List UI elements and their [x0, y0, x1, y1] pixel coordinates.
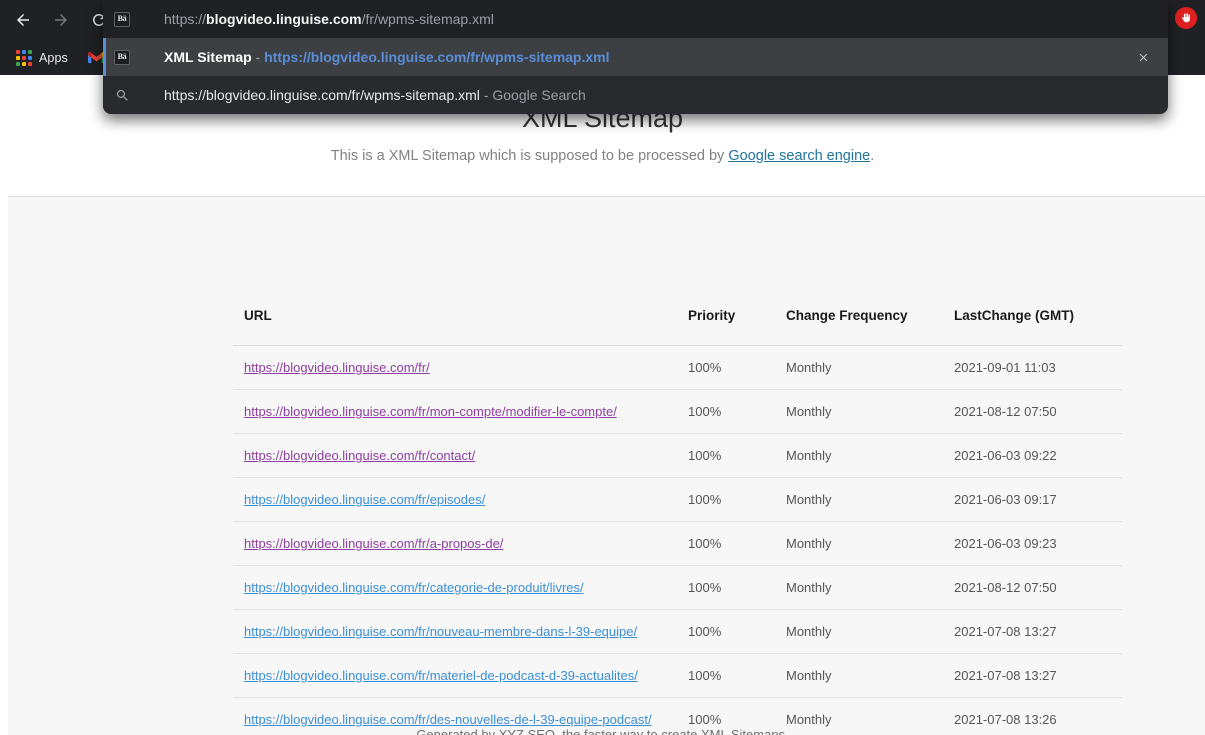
cell-frequency: Monthly [786, 521, 954, 566]
table-row: https://blogvideo.linguise.com/fr/mon-co… [233, 389, 1122, 434]
cell-lastchange: 2021-06-03 09:22 [954, 433, 1122, 478]
close-icon[interactable] [1132, 46, 1154, 68]
sitemap-url-link[interactable]: https://blogvideo.linguise.com/fr/contac… [244, 448, 475, 463]
cell-lastchange: 2021-08-12 07:50 [954, 565, 1122, 610]
site-favicon-icon: Bä [114, 11, 130, 27]
forward-arrow-icon [55, 14, 67, 26]
hand-icon [1181, 12, 1190, 22]
cell-frequency: Monthly [786, 609, 954, 654]
selection-accent-bar [103, 38, 106, 76]
forward-button [46, 5, 76, 35]
cell-priority: 100% [688, 565, 786, 610]
subtitle-text-before: This is a XML Sitemap which is supposed … [330, 148, 729, 164]
cell-url: https://blogvideo.linguise.com/fr/a-prop… [233, 521, 688, 566]
cell-priority: 100% [688, 345, 786, 390]
suggestion-search-text: https://blogvideo.linguise.com/fr/wpms-s… [164, 87, 586, 103]
sitemap-url-link[interactable]: https://blogvideo.linguise.com/fr/a-prop… [244, 536, 503, 551]
cell-priority: 100% [688, 521, 786, 566]
cell-frequency: Monthly [786, 345, 954, 390]
sitemap-url-link[interactable]: https://blogvideo.linguise.com/fr/nouvea… [244, 624, 637, 639]
suggestion-text: XML Sitemap - https://blogvideo.linguise… [164, 49, 610, 65]
cell-lastchange: 2021-07-08 13:27 [954, 653, 1122, 698]
cell-url: https://blogvideo.linguise.com/fr/mon-co… [233, 389, 688, 434]
omnibox-suggestion-search[interactable]: https://blogvideo.linguise.com/fr/wpms-s… [103, 76, 1168, 114]
sitemap-url-link[interactable]: https://blogvideo.linguise.com/fr/catego… [244, 580, 584, 595]
address-bar-url: https://blogvideo.linguise.com/fr/wpms-s… [164, 11, 494, 27]
address-bar[interactable]: Bä https://blogvideo.linguise.com/fr/wpm… [103, 0, 1168, 38]
omnibox-dropdown: Bä https://blogvideo.linguise.com/fr/wpm… [103, 0, 1168, 114]
cell-url: https://blogvideo.linguise.com/fr/ [233, 345, 688, 390]
cell-url: https://blogvideo.linguise.com/fr/contac… [233, 433, 688, 478]
page-subtitle: This is a XML Sitemap which is supposed … [0, 148, 1205, 164]
cell-url: https://blogvideo.linguise.com/fr/nouvea… [233, 609, 688, 654]
apps-shortcut[interactable]: Apps [10, 45, 74, 71]
cell-lastchange: 2021-06-03 09:23 [954, 521, 1122, 566]
sitemap-url-link[interactable]: https://blogvideo.linguise.com/fr/mon-co… [244, 404, 617, 419]
cell-lastchange: 2021-08-12 07:50 [954, 389, 1122, 434]
column-header-priority: Priority [688, 308, 786, 346]
cell-lastchange: 2021-09-01 11:03 [954, 345, 1122, 390]
apps-grid-icon [16, 49, 32, 66]
cell-url: https://blogvideo.linguise.com/fr/episod… [233, 477, 688, 522]
sitemap-panel: URL Priority Change Frequency LastChange… [8, 196, 1205, 735]
suggestion-url: https://blogvideo.linguise.com/fr/wpms-s… [264, 49, 610, 65]
back-button[interactable] [8, 5, 38, 35]
suggestion-separator: - [251, 49, 265, 65]
table-row: https://blogvideo.linguise.com/fr/contac… [233, 433, 1122, 478]
cell-lastchange: 2021-06-03 09:17 [954, 477, 1122, 522]
cell-frequency: Monthly [786, 389, 954, 434]
cell-priority: 100% [688, 609, 786, 654]
suggestion-favicon-icon: Bä [114, 49, 130, 65]
suggestion-favicon-glyph: Bä [117, 52, 127, 61]
column-header-lastchange: LastChange (GMT) [954, 308, 1122, 346]
search-query: https://blogvideo.linguise.com/fr/wpms-s… [164, 87, 480, 103]
cell-priority: 100% [688, 477, 786, 522]
url-scheme: https:// [164, 11, 207, 27]
back-arrow-icon [17, 14, 29, 26]
cell-priority: 100% [688, 433, 786, 478]
adblock-extension-button[interactable] [1175, 7, 1197, 29]
cell-frequency: Monthly [786, 477, 954, 522]
search-provider: Google Search [492, 87, 586, 103]
search-separator: - [479, 87, 493, 103]
cell-lastchange: 2021-07-08 13:27 [954, 609, 1122, 654]
magnifier-icon [116, 89, 128, 101]
column-header-url: URL [233, 308, 688, 346]
url-path: /fr/wpms-sitemap.xml [361, 11, 494, 27]
cell-url: https://blogvideo.linguise.com/fr/materi… [233, 653, 688, 698]
cell-frequency: Monthly [786, 653, 954, 698]
cell-frequency: Monthly [786, 565, 954, 610]
table-row: https://blogvideo.linguise.com/fr/materi… [233, 653, 1122, 698]
cell-frequency: Monthly [786, 433, 954, 478]
cell-url: https://blogvideo.linguise.com/fr/catego… [233, 565, 688, 610]
sitemap-url-link[interactable]: https://blogvideo.linguise.com/fr/episod… [244, 492, 485, 507]
table-row: https://blogvideo.linguise.com/fr/catego… [233, 565, 1122, 610]
cell-priority: 100% [688, 389, 786, 434]
cell-priority: 100% [688, 653, 786, 698]
sitemap-url-link[interactable]: https://blogvideo.linguise.com/fr/materi… [244, 668, 638, 683]
google-search-engine-link[interactable]: Google search engine [728, 148, 870, 164]
close-x-icon [1139, 53, 1147, 61]
table-row: https://blogvideo.linguise.com/fr/nouvea… [233, 609, 1122, 654]
sitemap-url-link[interactable]: https://blogvideo.linguise.com/fr/ [244, 360, 430, 375]
url-host: blogvideo.linguise.com [206, 11, 362, 27]
suggestion-title: XML Sitemap [164, 49, 252, 65]
table-header-row: URL Priority Change Frequency LastChange… [233, 308, 1122, 346]
table-row: https://blogvideo.linguise.com/fr/a-prop… [233, 521, 1122, 566]
sitemap-table-body: https://blogvideo.linguise.com/fr/100% Mo… [233, 345, 1122, 735]
column-header-frequency: Change Frequency [786, 308, 954, 346]
footer-note: Generated by XYZ SEO, the faster way to … [416, 727, 789, 735]
apps-label: Apps [39, 50, 68, 65]
table-row: https://blogvideo.linguise.com/fr/100% Mo… [233, 345, 1122, 390]
favicon-glyph: Bä [117, 14, 127, 23]
web-page-content: XML Sitemap This is a XML Sitemap which … [0, 75, 1205, 735]
omnibox-suggestion-bookmark[interactable]: Bä XML Sitemap - https://blogvideo.lingu… [103, 38, 1168, 76]
search-icon [114, 87, 130, 103]
table-row: https://blogvideo.linguise.com/fr/episod… [233, 477, 1122, 522]
sitemap-table: URL Priority Change Frequency LastChange… [233, 308, 1122, 735]
subtitle-text-after: . [870, 148, 875, 164]
